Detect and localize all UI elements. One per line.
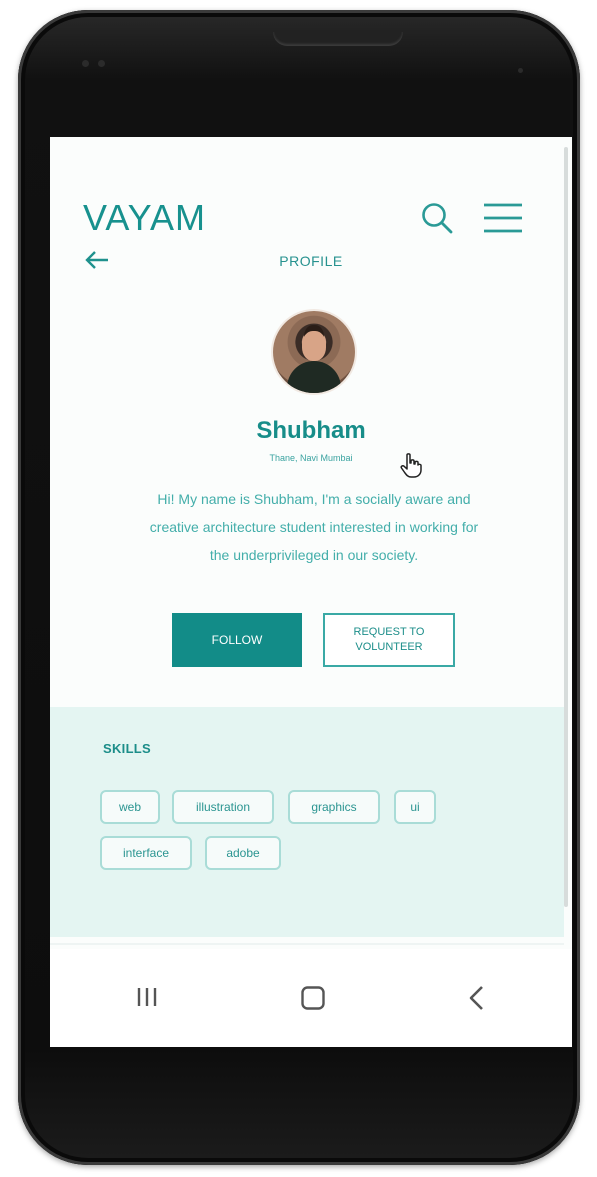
profile-bio: Hi! My name is Shubham, I'm a socially a… xyxy=(86,485,542,569)
phone-speaker xyxy=(273,32,403,46)
skill-chip-adobe[interactable]: adobe xyxy=(205,836,281,870)
camera-dot xyxy=(518,68,523,73)
bio-line: Hi! My name is Shubham, I'm a socially a… xyxy=(157,491,471,507)
app-logo[interactable]: VAYAM xyxy=(83,197,206,239)
volunteer-label-line1: REQUEST TO xyxy=(353,626,425,638)
avatar[interactable] xyxy=(273,311,355,393)
app-screen: VAYAM PROFILE Shubham Thane, Navi Mumbai… xyxy=(50,137,572,1047)
recent-apps-icon[interactable] xyxy=(134,986,160,1008)
skill-chip-graphics[interactable]: graphics xyxy=(288,790,380,824)
chevron-left-icon[interactable] xyxy=(466,985,488,1011)
skills-heading: SKILLS xyxy=(103,741,152,756)
home-icon[interactable] xyxy=(300,985,326,1011)
skill-chip-interface[interactable]: interface xyxy=(100,836,192,870)
profile-name: Shubham xyxy=(256,417,366,444)
profile-location: Thane, Navi Mumbai xyxy=(269,453,353,463)
skill-chip-illustration[interactable]: illustration xyxy=(172,790,274,824)
bio-line: the underprivileged in our society. xyxy=(209,547,419,563)
follow-button[interactable]: FOLLOW xyxy=(172,613,302,667)
hamburger-menu-icon[interactable] xyxy=(482,201,524,235)
request-to-volunteer-button[interactable]: REQUEST TO VOLUNTEER xyxy=(323,613,455,667)
sensor-dot xyxy=(82,60,89,67)
sensor-dot xyxy=(98,60,105,67)
section-divider xyxy=(50,943,564,945)
android-navigation-bar xyxy=(50,949,572,1047)
bio-line: creative architecture student interested… xyxy=(149,519,479,535)
page-title: PROFILE xyxy=(279,253,343,269)
skill-chip-ui[interactable]: ui xyxy=(394,790,436,824)
volunteer-label-line2: VOLUNTEER xyxy=(355,641,423,653)
hand-pointer-icon xyxy=(400,453,422,478)
search-icon[interactable] xyxy=(420,201,454,235)
skill-chip-web[interactable]: web xyxy=(100,790,160,824)
